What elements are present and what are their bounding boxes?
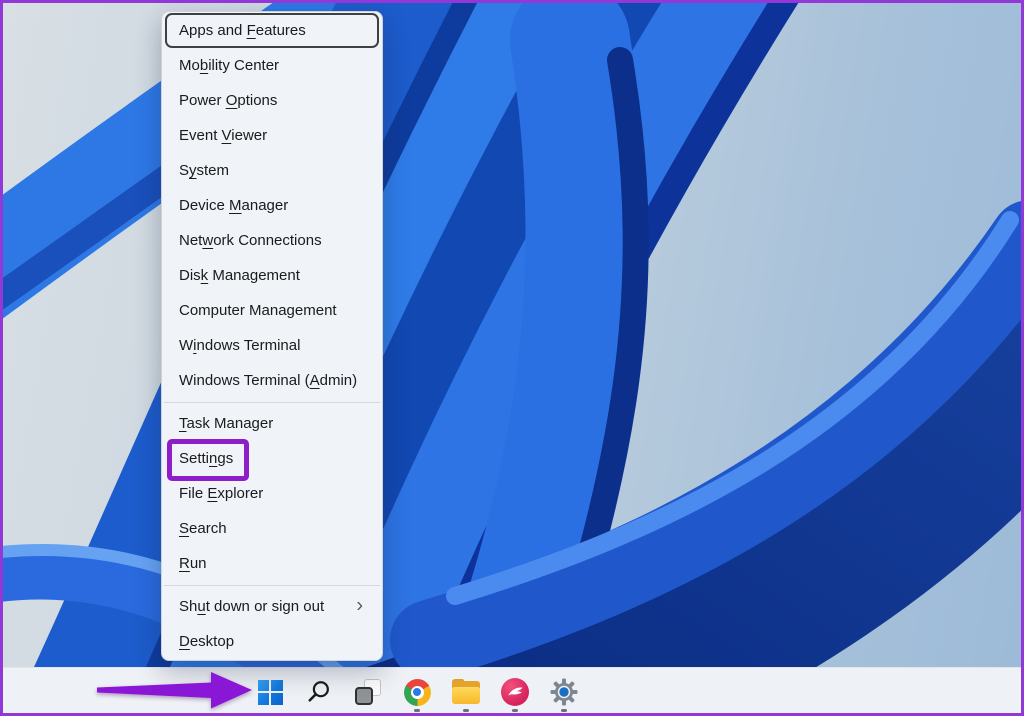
menu-item-mobility-center[interactable]: Mobility Center — [165, 48, 379, 83]
menu-item-shut-down-or-sign-out[interactable]: Shut down or sign out › — [165, 589, 379, 624]
menu-item-label: Settings — [179, 450, 234, 467]
menu-item-label: Event Viewer — [179, 127, 268, 144]
menu-item-desktop[interactable]: Desktop — [165, 624, 379, 659]
menu-item-disk-management[interactable]: Disk Management — [165, 258, 379, 293]
chrome-button[interactable] — [397, 669, 437, 715]
desktop-wallpaper — [0, 0, 1024, 716]
menu-item-label: Shut down or sign out — [179, 598, 325, 615]
menu-item-device-manager[interactable]: Device Manager — [165, 188, 379, 223]
menu-item-run[interactable]: Run — [165, 546, 379, 581]
menu-item-label: Search — [179, 520, 227, 537]
search-button[interactable] — [299, 669, 339, 715]
menu-separator — [162, 398, 382, 406]
menu-item-settings[interactable]: Settings — [165, 439, 379, 481]
start-button[interactable] — [250, 669, 290, 715]
folder-icon — [452, 678, 480, 704]
menu-item-label: Device Manager — [179, 197, 289, 214]
task-view-button[interactable] — [348, 669, 388, 715]
menu-item-task-manager[interactable]: Task Manager — [165, 406, 379, 441]
menu-item-label: Desktop — [179, 633, 235, 650]
menu-item-file-explorer[interactable]: File Explorer — [165, 476, 379, 511]
feather-icon — [501, 678, 529, 706]
menu-item-label: Windows Terminal (Admin) — [179, 372, 358, 389]
windows-logo-icon — [257, 679, 283, 705]
menu-item-label: Windows Terminal — [179, 337, 301, 354]
desktop[interactable]: Apps and Features Mobility Center Power Op… — [0, 0, 1024, 716]
menu-item-apps-and-features[interactable]: Apps and Features — [165, 13, 379, 48]
menu-item-network-connections[interactable]: Network Connections — [165, 223, 379, 258]
running-indicator — [414, 709, 420, 712]
menu-item-power-options[interactable]: Power Options — [165, 83, 379, 118]
winx-menu: Apps and Features Mobility Center Power Op… — [161, 11, 383, 661]
running-indicator — [561, 709, 567, 712]
menu-item-label: Disk Management — [179, 267, 300, 284]
menu-item-label: System — [179, 162, 230, 179]
task-view-icon — [355, 679, 381, 705]
menu-item-computer-management[interactable]: Computer Management — [165, 293, 379, 328]
menu-item-event-viewer[interactable]: Event Viewer — [165, 118, 379, 153]
gear-icon — [550, 678, 578, 706]
search-icon — [308, 681, 329, 702]
menu-item-label: Network Connections — [179, 232, 322, 249]
menu-item-search[interactable]: Search — [165, 511, 379, 546]
menu-separator — [162, 581, 382, 589]
menu-item-windows-terminal-admin[interactable]: Windows Terminal (Admin) — [165, 363, 379, 398]
taskbar — [0, 667, 1024, 716]
menu-item-windows-terminal[interactable]: Windows Terminal — [165, 328, 379, 363]
submenu-chevron-icon: › — [356, 594, 363, 617]
file-explorer-button[interactable] — [446, 669, 486, 715]
menu-item-label: Power Options — [179, 92, 278, 109]
feather-app-button[interactable] — [495, 669, 535, 715]
running-indicator — [463, 709, 469, 712]
taskbar-icons — [250, 668, 584, 716]
menu-item-label: Task Manager — [179, 415, 274, 432]
chrome-icon — [403, 678, 431, 706]
menu-item-label: Run — [179, 555, 207, 572]
menu-item-system[interactable]: System — [165, 153, 379, 188]
menu-item-label: File Explorer — [179, 485, 264, 502]
menu-item-label: Apps and Features — [179, 22, 306, 39]
menu-item-label: Mobility Center — [179, 57, 280, 74]
settings-button[interactable] — [544, 669, 584, 715]
menu-item-label: Computer Management — [179, 302, 337, 319]
running-indicator — [512, 709, 518, 712]
